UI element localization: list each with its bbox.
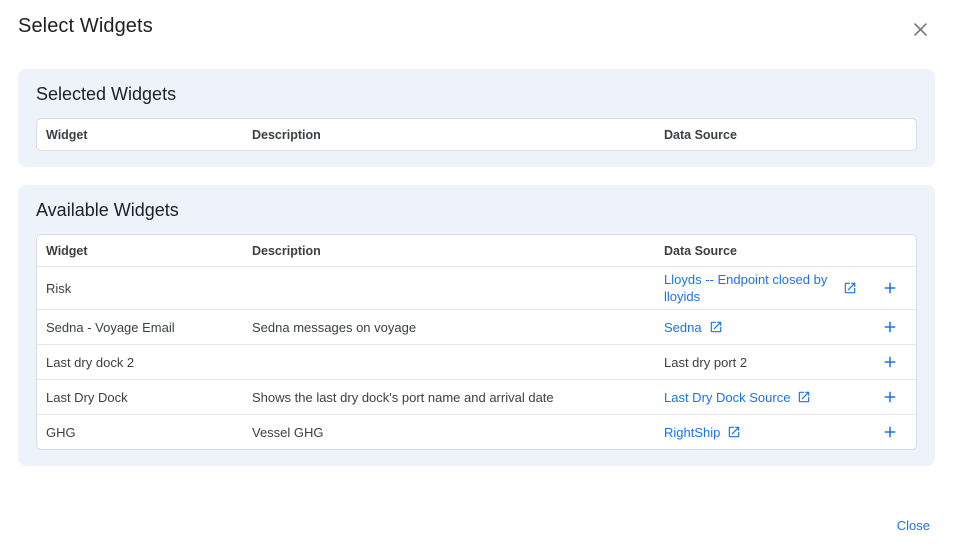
select-widgets-modal: Select Widgets Selected Widgets Widget D… — [0, 0, 953, 552]
data-source-link[interactable]: Sedna — [664, 319, 723, 336]
table-row: Last dry dock 2 Last dry port 2 — [37, 344, 916, 379]
data-source-cell: Lloyds -- Endpoint closed by lloyids — [664, 271, 864, 305]
plus-icon — [881, 353, 899, 371]
column-header-description: Description — [252, 244, 664, 258]
data-source-link[interactable]: Last Dry Dock Source — [664, 389, 811, 406]
table-row: Risk Lloyds -- Endpoint closed by lloyid… — [37, 266, 916, 309]
plus-icon — [881, 318, 899, 336]
table-header-row: Widget Description Data Source — [37, 119, 916, 150]
add-widget-button[interactable] — [879, 316, 901, 338]
available-widgets-heading: Available Widgets — [36, 200, 917, 221]
data-source-link[interactable]: RightShip — [664, 424, 741, 441]
table-row: Sedna - Voyage Email Sedna messages on v… — [37, 309, 916, 344]
selected-widgets-table: Widget Description Data Source — [36, 118, 917, 151]
data-source-link[interactable]: Lloyds -- Endpoint closed by lloyids — [664, 271, 857, 305]
open-in-new-icon — [727, 425, 741, 439]
table-row: GHG Vessel GHG RightShip — [37, 414, 916, 449]
data-source-cell: RightShip — [664, 424, 864, 441]
column-header-widget: Widget — [46, 244, 252, 258]
add-widget-button[interactable] — [879, 421, 901, 443]
column-header-data-source: Data Source — [664, 244, 864, 258]
available-widgets-panel: Available Widgets Widget Description Dat… — [18, 185, 935, 466]
data-source-cell: Sedna — [664, 319, 864, 336]
table-header-row: Widget Description Data Source — [37, 235, 916, 266]
data-source-link: Last dry port 2 — [664, 354, 747, 371]
page-title: Select Widgets — [18, 15, 153, 38]
add-widget-button[interactable] — [879, 386, 901, 408]
data-source-label: RightShip — [664, 424, 720, 441]
widget-description: Shows the last dry dock's port name and … — [252, 390, 664, 405]
data-source-label: Lloyds -- Endpoint closed by lloyids — [664, 271, 836, 305]
selected-widgets-heading: Selected Widgets — [36, 84, 917, 105]
data-source-cell: Last Dry Dock Source — [664, 389, 864, 406]
data-source-label: Last Dry Dock Source — [664, 389, 790, 406]
widget-name: GHG — [46, 425, 252, 440]
widget-name: Sedna - Voyage Email — [46, 320, 252, 335]
open-in-new-icon — [843, 281, 857, 295]
plus-icon — [881, 388, 899, 406]
widget-description: Sedna messages on voyage — [252, 320, 664, 335]
data-source-label: Sedna — [664, 319, 702, 336]
widget-description: Vessel GHG — [252, 425, 664, 440]
modal-footer: Close — [0, 518, 953, 552]
data-source-cell: Last dry port 2 — [664, 354, 864, 371]
column-header-widget: Widget — [46, 128, 252, 142]
add-widget-button[interactable] — [879, 351, 901, 373]
plus-icon — [881, 423, 899, 441]
modal-header: Select Widgets — [0, 0, 953, 42]
data-source-label: Last dry port 2 — [664, 354, 747, 371]
selected-widgets-panel: Selected Widgets Widget Description Data… — [18, 69, 935, 167]
close-icon[interactable] — [908, 17, 933, 42]
widget-name: Last dry dock 2 — [46, 355, 252, 370]
open-in-new-icon — [709, 320, 723, 334]
widget-name: Last Dry Dock — [46, 390, 252, 405]
column-header-data-source: Data Source — [664, 128, 864, 142]
add-widget-button[interactable] — [879, 277, 901, 299]
open-in-new-icon — [797, 390, 811, 404]
table-row: Last Dry Dock Shows the last dry dock's … — [37, 379, 916, 414]
column-header-description: Description — [252, 128, 664, 142]
close-button[interactable]: Close — [897, 518, 930, 533]
widget-name: Risk — [46, 281, 252, 296]
available-widgets-table: Widget Description Data Source Risk Lloy… — [36, 234, 917, 450]
plus-icon — [881, 279, 899, 297]
